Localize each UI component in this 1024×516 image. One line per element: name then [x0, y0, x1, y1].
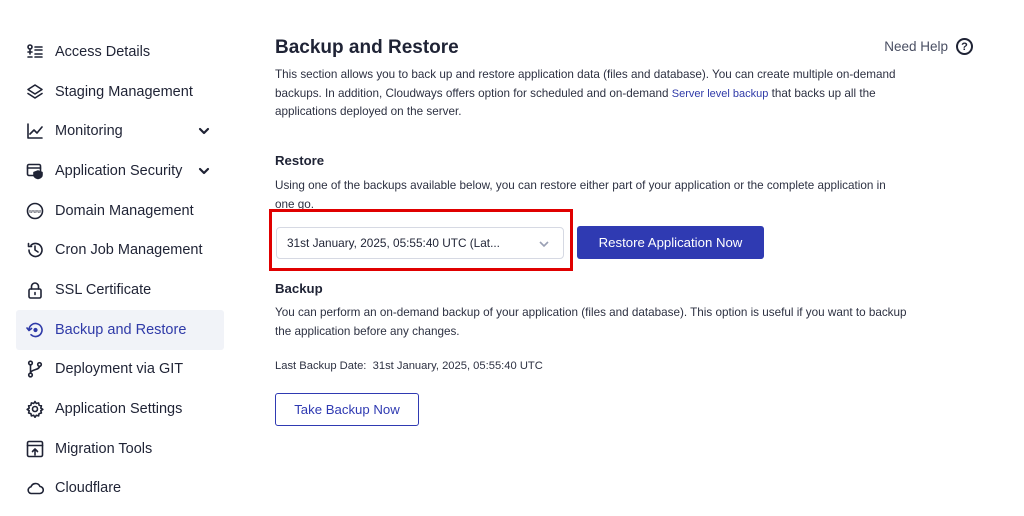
sidebar-item-cloudflare[interactable]: Cloudflare — [16, 469, 224, 509]
sidebar-item-application-security[interactable]: Application Security — [16, 151, 224, 191]
backup-select-dropdown[interactable]: 31st January, 2025, 05:55:40 UTC (Lat... — [276, 227, 564, 259]
sidebar-item-label: Cloudflare — [55, 480, 122, 497]
last-backup-date: Last Backup Date: 31st January, 2025, 05… — [275, 360, 543, 372]
history-clock-icon — [26, 241, 44, 259]
server-level-backup-link[interactable]: Server level backup — [672, 88, 769, 100]
sidebar-item-backup-and-restore[interactable]: Backup and Restore — [16, 309, 224, 350]
need-help-label: Need Help — [884, 39, 948, 54]
git-branch-icon — [26, 360, 44, 378]
chart-line-icon — [26, 122, 44, 140]
last-backup-value: 31st January, 2025, 05:55:40 UTC — [372, 360, 543, 372]
last-backup-label: Last Backup Date: — [275, 360, 367, 372]
backup-section-title: Backup — [275, 281, 323, 296]
sidebar-item-label: Cron Job Management — [55, 242, 203, 259]
selected-backup-value: 31st January, 2025, 05:55:40 UTC (Lat... — [287, 236, 500, 250]
sidebar-item-label: Deployment via GIT — [55, 361, 184, 378]
sidebar-item-cron-job-management[interactable]: Cron Job Management — [16, 230, 224, 270]
sidebar-item-label: Migration Tools — [55, 440, 153, 457]
shield-window-icon — [26, 162, 44, 180]
sidebar-nav: Access Details Staging Management Monito… — [16, 32, 224, 508]
sidebar-item-label: SSL Certificate — [55, 281, 152, 298]
take-backup-button[interactable]: Take Backup Now — [275, 393, 419, 426]
need-help-link[interactable]: Need Help ? — [884, 38, 973, 55]
sidebar-item-label: Application Security — [55, 162, 183, 179]
backup-description: You can perform an on-demand backup of y… — [275, 306, 907, 338]
sidebar-item-deployment-via-git[interactable]: Deployment via GIT — [16, 350, 224, 390]
chevron-down-icon[interactable] — [198, 125, 210, 137]
gear-icon — [26, 400, 44, 419]
restore-section-title: Restore — [275, 153, 325, 168]
intro-description: This section allows you to back up and r… — [275, 66, 925, 122]
www-icon: www — [26, 202, 44, 220]
svg-text:www: www — [29, 209, 41, 215]
layers-icon — [26, 83, 44, 101]
sidebar-item-monitoring[interactable]: Monitoring — [16, 111, 224, 151]
chevron-down-icon[interactable] — [198, 165, 210, 177]
help-icon: ? — [956, 38, 973, 55]
sidebar-item-domain-management[interactable]: www Domain Management — [16, 191, 224, 231]
sidebar-item-staging-management[interactable]: Staging Management — [16, 72, 224, 112]
sidebar-item-application-settings[interactable]: Application Settings — [16, 389, 224, 429]
lock-icon — [26, 281, 44, 299]
restore-application-button[interactable]: Restore Application Now — [577, 226, 764, 259]
sidebar-item-label: Backup and Restore — [55, 321, 187, 338]
migration-icon — [26, 440, 44, 458]
cloud-icon — [26, 479, 44, 497]
restore-description: Using one of the backups available below… — [275, 179, 886, 211]
chevron-down-icon — [539, 238, 549, 252]
backup-restore-icon — [26, 321, 44, 339]
sidebar-item-access-details[interactable]: Access Details — [16, 32, 224, 72]
access-details-icon — [26, 43, 44, 61]
page-title: Backup and Restore — [275, 37, 459, 58]
sidebar-item-migration-tools[interactable]: Migration Tools — [16, 429, 224, 469]
sidebar-item-label: Domain Management — [55, 202, 194, 219]
sidebar-item-label: Staging Management — [55, 83, 193, 100]
sidebar-item-label: Monitoring — [55, 123, 123, 140]
main-content: Backup and Restore Need Help ? This sect… — [269, 36, 975, 426]
sidebar-item-ssl-certificate[interactable]: SSL Certificate — [16, 270, 224, 310]
sidebar-item-label: Access Details — [55, 43, 151, 60]
sidebar-item-label: Application Settings — [55, 401, 183, 418]
